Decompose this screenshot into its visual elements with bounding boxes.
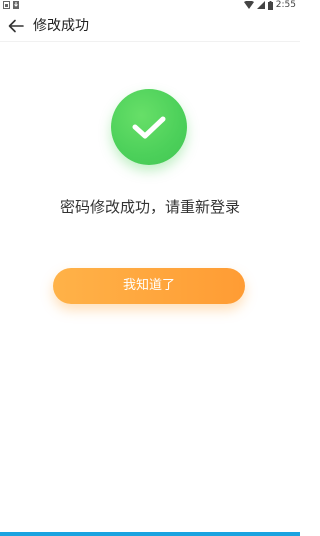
download-icon — [13, 1, 19, 9]
bottom-accent-bar — [0, 532, 300, 536]
app-bar: 修改成功 — [0, 10, 300, 42]
success-message: 密码修改成功，请重新登录 — [59, 198, 240, 216]
wifi-icon — [243, 1, 254, 9]
back-button[interactable] — [4, 14, 28, 38]
check-icon — [132, 116, 166, 139]
status-time: 2:55 — [275, 0, 296, 10]
confirm-button[interactable]: 我知道了 — [53, 268, 245, 304]
status-bar-left — [3, 0, 19, 10]
page-title: 修改成功 — [33, 18, 89, 34]
signal-icon — [256, 1, 265, 9]
battery-icon — [267, 0, 273, 10]
sim-card-icon — [3, 1, 10, 9]
status-bar: 2:55 — [0, 0, 300, 10]
status-bar-right: 2:55 — [243, 0, 296, 10]
arrow-left-icon — [8, 19, 24, 33]
success-badge — [111, 89, 187, 165]
